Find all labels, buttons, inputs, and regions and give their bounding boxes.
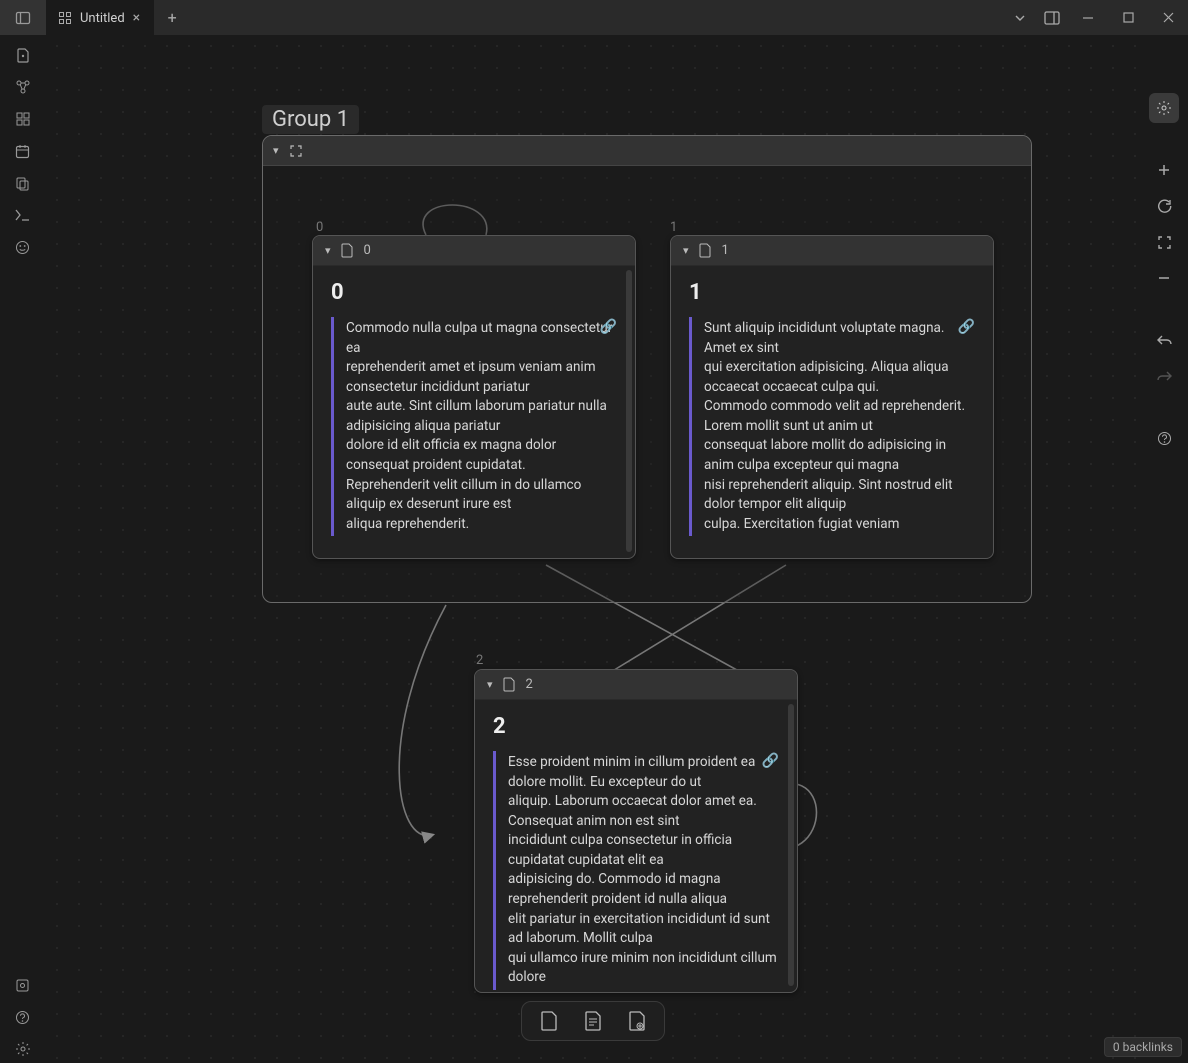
card-quote[interactable]: 🔗 Commodo nulla culpa ut magna consectet… (331, 317, 617, 536)
document-icon (341, 243, 354, 258)
card-header-title: 1 (722, 243, 729, 258)
media-note-button[interactable] (624, 1008, 650, 1034)
window-maximize-button[interactable] (1108, 0, 1148, 35)
grid-view-icon[interactable] (7, 105, 39, 133)
graph-icon[interactable] (7, 73, 39, 101)
redo-button[interactable] (1149, 361, 1179, 391)
card-header-title: 0 (364, 243, 371, 258)
card-body-text: Sunt aliquip incididunt voluptate magna.… (704, 320, 965, 532)
text-note-button[interactable] (580, 1008, 606, 1034)
card-body-text: Esse proident minim in cillum proident e… (508, 754, 777, 985)
split-panel-button[interactable] (1036, 2, 1068, 34)
card-body-text: Commodo nulla culpa ut magna consectetur… (346, 320, 612, 532)
tab-title: Untitled (80, 11, 125, 26)
card-index-label: 2 (476, 653, 483, 668)
right-toolbar (1140, 35, 1188, 1063)
canvas-card[interactable]: ▾ 2 2 🔗 Esse proident minim in cillum pr… (474, 669, 798, 993)
gear-icon[interactable] (1149, 93, 1179, 123)
card-header[interactable]: ▾ 2 (475, 670, 797, 700)
fit-view-button[interactable] (1149, 227, 1179, 257)
canvas[interactable]: Group 1 ▾ 0 1 2 ▾ 0 0 (46, 35, 1140, 1063)
copy-icon[interactable] (7, 169, 39, 197)
new-tab-button[interactable]: + (154, 8, 190, 27)
reset-view-button[interactable] (1149, 191, 1179, 221)
link-icon[interactable]: 🔗 (762, 751, 779, 771)
chevron-down-icon[interactable]: ▾ (487, 678, 493, 691)
card-heading: 2 (493, 714, 779, 739)
help-icon[interactable] (7, 1003, 39, 1031)
card-header-title: 2 (526, 677, 533, 692)
card-quote[interactable]: 🔗 Sunt aliquip incididunt voluptate magn… (689, 317, 975, 536)
link-icon[interactable]: 🔗 (600, 317, 617, 337)
tab-untitled[interactable]: Untitled × (46, 0, 154, 35)
settings-icon[interactable] (7, 1035, 39, 1063)
group-title[interactable]: Group 1 (262, 105, 359, 134)
backlinks-count[interactable]: 0 backlinks (1104, 1037, 1182, 1057)
smiley-icon[interactable] (7, 233, 39, 261)
card-header[interactable]: ▾ 1 (671, 236, 993, 266)
calendar-icon[interactable] (7, 137, 39, 165)
toggle-sidebar-button[interactable] (0, 0, 46, 35)
chevron-down-icon[interactable]: ▾ (325, 244, 331, 257)
undo-button[interactable] (1149, 325, 1179, 355)
group-header[interactable]: ▾ (263, 136, 1031, 166)
tab-close-button[interactable]: × (133, 10, 140, 26)
canvas-card[interactable]: ▾ 1 1 🔗 Sunt aliquip incididunt voluptat… (670, 235, 994, 559)
card-quote[interactable]: 🔗 Esse proident minim in cillum proident… (493, 751, 779, 990)
files-icon[interactable] (7, 41, 39, 69)
activity-bar (0, 35, 46, 1063)
card-index-label: 1 (670, 220, 677, 235)
card-header[interactable]: ▾ 0 (313, 236, 635, 266)
focus-icon[interactable] (289, 144, 303, 158)
link-icon[interactable]: 🔗 (958, 317, 975, 337)
window-minimize-button[interactable] (1068, 0, 1108, 35)
grid-icon (58, 11, 72, 25)
canvas-toolbar (521, 1001, 665, 1041)
card-heading: 1 (689, 280, 975, 305)
card-index-label: 0 (316, 220, 323, 235)
canvas-card[interactable]: ▾ 0 0 🔗 Commodo nulla culpa ut magna con… (312, 235, 636, 559)
titlebar: Untitled × + (0, 0, 1188, 35)
window-close-button[interactable] (1148, 0, 1188, 35)
chevron-down-icon[interactable]: ▾ (683, 244, 689, 257)
zoom-out-button[interactable] (1149, 263, 1179, 293)
vault-icon[interactable] (7, 971, 39, 999)
panel-icon (15, 10, 31, 26)
document-icon (503, 677, 516, 692)
chevron-down-icon[interactable]: ▾ (273, 144, 279, 157)
document-icon (699, 243, 712, 258)
card-heading: 0 (331, 280, 617, 305)
terminal-icon[interactable] (7, 201, 39, 229)
blank-note-button[interactable] (536, 1008, 562, 1034)
chevron-down-icon[interactable] (1004, 2, 1036, 34)
zoom-in-button[interactable] (1149, 155, 1179, 185)
help-button[interactable] (1149, 423, 1179, 453)
